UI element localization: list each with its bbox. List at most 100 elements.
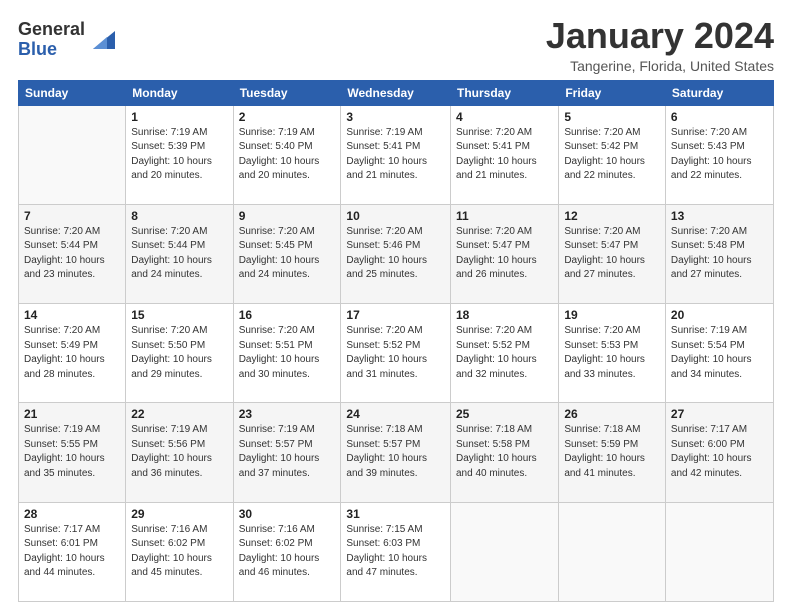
month-title: January 2024 [546,16,774,56]
table-row: 12Sunrise: 7:20 AM Sunset: 5:47 PM Dayli… [559,204,666,303]
day-number: 29 [131,507,227,521]
table-row [559,502,666,601]
day-number: 17 [346,308,445,322]
calendar-week-row: 7 Sunrise: 7:20 AM Sunset: 5:44 PM Daylig… [19,204,774,303]
day-number: 26 [564,407,660,421]
day-info: Sunrise: 7:16 AM Sunset: 6:02 PM Dayligh… [131,523,227,581]
table-row: 28Sunrise: 7:17 AM Sunset: 6:01 PM Dayli… [19,502,126,601]
page: General Blue January 2024 Tangerine, Flo… [0,0,792,612]
table-row: 10Sunrise: 7:20 AM Sunset: 5:46 PM Dayli… [341,204,451,303]
table-row [19,105,126,204]
day-info: Sunrise: 7:18 AM Sunset: 5:58 PM Dayligh… [456,423,553,481]
table-row: 31 Sunrise: 7:15 AM Sunset: 6:03 PM Dayli… [341,502,451,601]
day-info: Sunrise: 7:20 AM Sunset: 5:51 PM Dayligh… [239,324,336,382]
table-row [665,502,773,601]
day-info: Sunrise: 7:15 AM Sunset: 6:03 PM Dayligh… [346,523,445,581]
logo-general: General [18,19,85,39]
table-row: 22 Sunrise: 7:19 AM Sunset: 5:56 PM Dayli… [126,403,233,502]
table-row: 7 Sunrise: 7:20 AM Sunset: 5:44 PM Daylig… [19,204,126,303]
table-row: 13Sunrise: 7:20 AM Sunset: 5:48 PM Dayli… [665,204,773,303]
day-number: 13 [671,209,768,223]
day-number: 9 [239,209,336,223]
table-row: 4 Sunrise: 7:20 AM Sunset: 5:41 PM Daylig… [450,105,558,204]
table-row: 29 Sunrise: 7:16 AM Sunset: 6:02 PM Dayli… [126,502,233,601]
day-info: Sunrise: 7:19 AM Sunset: 5:54 PM Dayligh… [671,324,768,382]
table-row: 15Sunrise: 7:20 AM Sunset: 5:50 PM Dayli… [126,304,233,403]
table-row: 1 Sunrise: 7:19 AM Sunset: 5:39 PM Daylig… [126,105,233,204]
day-number: 4 [456,110,553,124]
table-row: 19Sunrise: 7:20 AM Sunset: 5:53 PM Dayli… [559,304,666,403]
day-info: Sunrise: 7:20 AM Sunset: 5:47 PM Dayligh… [456,225,553,283]
table-row: 16 Sunrise: 7:20 AM Sunset: 5:51 PM Dayli… [233,304,341,403]
day-info: Sunrise: 7:20 AM Sunset: 5:41 PM Dayligh… [456,126,553,184]
calendar-header-row: Sunday Monday Tuesday Wednesday Thursday… [19,80,774,105]
day-number: 22 [131,407,227,421]
table-row: 3 Sunrise: 7:19 AM Sunset: 5:41 PM Daylig… [341,105,451,204]
day-info: Sunrise: 7:16 AM Sunset: 6:02 PM Dayligh… [239,523,336,581]
table-row: 27 Sunrise: 7:17 AM Sunset: 6:00 PM Dayli… [665,403,773,502]
table-row: 9 Sunrise: 7:20 AM Sunset: 5:45 PM Daylig… [233,204,341,303]
table-row: 30 Sunrise: 7:16 AM Sunset: 6:02 PM Dayli… [233,502,341,601]
day-info: Sunrise: 7:20 AM Sunset: 5:52 PM Dayligh… [456,324,553,382]
day-number: 1 [131,110,227,124]
table-row: 2Sunrise: 7:19 AM Sunset: 5:40 PM Daylig… [233,105,341,204]
day-info: Sunrise: 7:18 AM Sunset: 5:57 PM Dayligh… [346,423,445,481]
day-number: 16 [239,308,336,322]
table-row: 6Sunrise: 7:20 AM Sunset: 5:43 PM Daylig… [665,105,773,204]
day-number: 20 [671,308,768,322]
day-number: 14 [24,308,120,322]
day-info: Sunrise: 7:20 AM Sunset: 5:52 PM Dayligh… [346,324,445,382]
day-number: 11 [456,209,553,223]
day-info: Sunrise: 7:20 AM Sunset: 5:50 PM Dayligh… [131,324,227,382]
day-info: Sunrise: 7:19 AM Sunset: 5:55 PM Dayligh… [24,423,120,481]
day-info: Sunrise: 7:19 AM Sunset: 5:41 PM Dayligh… [346,126,445,184]
day-info: Sunrise: 7:19 AM Sunset: 5:39 PM Dayligh… [131,126,227,184]
day-number: 28 [24,507,120,521]
day-info: Sunrise: 7:20 AM Sunset: 5:44 PM Dayligh… [24,225,120,283]
logo-text: General Blue [18,20,85,60]
table-row: 23Sunrise: 7:19 AM Sunset: 5:57 PM Dayli… [233,403,341,502]
day-info: Sunrise: 7:20 AM Sunset: 5:44 PM Dayligh… [131,225,227,283]
header-tuesday: Tuesday [233,80,341,105]
day-info: Sunrise: 7:19 AM Sunset: 5:56 PM Dayligh… [131,423,227,481]
table-row: 14Sunrise: 7:20 AM Sunset: 5:49 PM Dayli… [19,304,126,403]
header: General Blue January 2024 Tangerine, Flo… [18,16,774,74]
title-block: January 2024 Tangerine, Florida, United … [546,16,774,74]
day-number: 18 [456,308,553,322]
header-saturday: Saturday [665,80,773,105]
day-number: 3 [346,110,445,124]
table-row: 18 Sunrise: 7:20 AM Sunset: 5:52 PM Dayli… [450,304,558,403]
day-info: Sunrise: 7:20 AM Sunset: 5:43 PM Dayligh… [671,126,768,184]
day-number: 10 [346,209,445,223]
day-number: 25 [456,407,553,421]
day-info: Sunrise: 7:17 AM Sunset: 6:00 PM Dayligh… [671,423,768,481]
calendar-week-row: 1 Sunrise: 7:19 AM Sunset: 5:39 PM Daylig… [19,105,774,204]
table-row: 21Sunrise: 7:19 AM Sunset: 5:55 PM Dayli… [19,403,126,502]
header-friday: Friday [559,80,666,105]
day-number: 23 [239,407,336,421]
table-row: 17 Sunrise: 7:20 AM Sunset: 5:52 PM Dayli… [341,304,451,403]
day-number: 31 [346,507,445,521]
calendar-week-row: 28Sunrise: 7:17 AM Sunset: 6:01 PM Dayli… [19,502,774,601]
logo-blue: Blue [18,39,57,59]
header-thursday: Thursday [450,80,558,105]
day-number: 5 [564,110,660,124]
day-info: Sunrise: 7:18 AM Sunset: 5:59 PM Dayligh… [564,423,660,481]
table-row: 26 Sunrise: 7:18 AM Sunset: 5:59 PM Dayli… [559,403,666,502]
table-row: 25 Sunrise: 7:18 AM Sunset: 5:58 PM Dayli… [450,403,558,502]
day-number: 27 [671,407,768,421]
day-number: 8 [131,209,227,223]
day-number: 12 [564,209,660,223]
day-info: Sunrise: 7:20 AM Sunset: 5:53 PM Dayligh… [564,324,660,382]
day-number: 30 [239,507,336,521]
table-row: 11 Sunrise: 7:20 AM Sunset: 5:47 PM Dayli… [450,204,558,303]
day-number: 7 [24,209,120,223]
day-info: Sunrise: 7:20 AM Sunset: 5:45 PM Dayligh… [239,225,336,283]
logo: General Blue [18,16,115,60]
calendar-table: Sunday Monday Tuesday Wednesday Thursday… [18,80,774,602]
header-wednesday: Wednesday [341,80,451,105]
day-info: Sunrise: 7:20 AM Sunset: 5:42 PM Dayligh… [564,126,660,184]
day-info: Sunrise: 7:19 AM Sunset: 5:40 PM Dayligh… [239,126,336,184]
table-row: 24Sunrise: 7:18 AM Sunset: 5:57 PM Dayli… [341,403,451,502]
calendar-week-row: 21Sunrise: 7:19 AM Sunset: 5:55 PM Dayli… [19,403,774,502]
